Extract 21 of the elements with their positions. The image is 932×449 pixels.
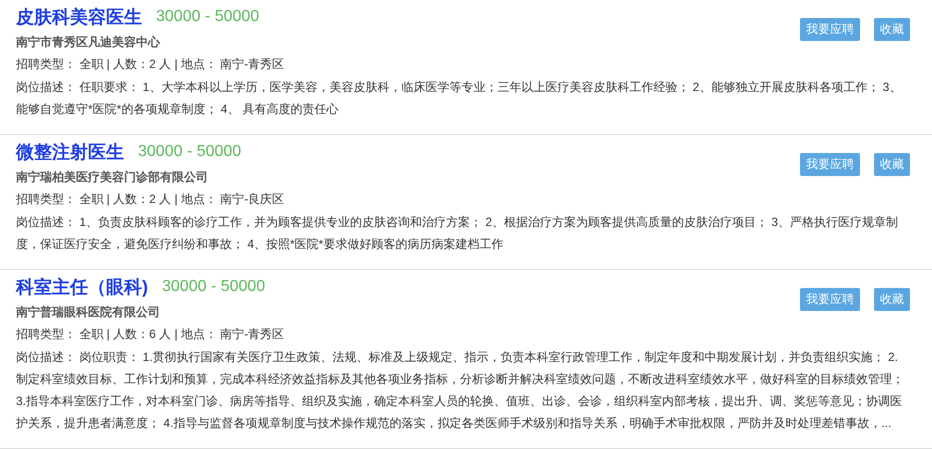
favorite-button[interactable]: 收藏 [874,18,910,41]
salary-range: 30000 - 50000 [138,143,242,161]
salary-range: 30000 - 50000 [162,278,266,296]
job-description: 岗位描述： 1、负责皮肤科顾客的诊疗工作，并为顾客提供专业的皮肤咨询和治疗方案； 2、根据治疗方案为顾客提供高质量的皮肤治疗项目； 3、严格执行医疗规章制度，保证医疗安全，避免医疗纠纷和事故； 4、按照*医院*要求做好顾客的病历病案建档工作 [16,214,900,253]
job-title[interactable]: 微整注射医生 [16,140,124,164]
company-name: 南宁市青秀区凡迪美容中心 [16,34,162,51]
job-info: 招聘类型： 全职 | 人数：6 人 | 地点： 南宁-青秀区 [16,326,284,343]
favorite-button[interactable]: 收藏 [874,153,910,176]
favorite-button[interactable]: 收藏 [874,288,910,311]
company-name: 南宁普瑞眼科医院有限公司 [16,304,161,321]
job-description: 岗位描述： 岗位职责： 1.贯彻执行国家有关医疗卫生政策、法规、标准及上级规定、指示，负责本科室行政管理工作，制定年度和中期发展计划，并负责组织实施； 2.制定科室绩效目标、工作计划和预算，完成本科经济效益指标及其他各项业务指标，分析诊断并解决科室绩效问题，不断改进科室绩效水平，做好科室的目标绩效管理； 3.指导本科室医疗工作，对本科室门诊、病房等指导、组织及实施，确定本科室人员的轮换、值班、出诊、会诊，组织科室内部考核，提出升、调、奖惩等意见；协调医护关系，提升患者满意度； 4.指导与监督各项规章制度与技术操作规范的落实，拟定各类医师手术级别和指导关系，明确手术审批权限，严防并及时处理差错事故，... [16,349,905,432]
apply-button[interactable]: 我要应聘 [800,288,860,311]
job-info: 招聘类型： 全职 | 人数：2 人 | 地点： 南宁-青秀区 [16,56,284,73]
company-name: 南宁瑞柏美医疗美容门诊部有限公司 [16,169,209,186]
job-description: 岗位描述： 任职要求： 1、大学本科以上学历，医学美容，美容皮肤科，临床医学等专业；三年以上医疗美容皮肤科工作经验； 2、能够独立开展皮肤科各项工作； 3、能够自觉遵守*医院*的各项规章制度； 4、 具有高度的责任心 [16,79,902,118]
apply-button[interactable]: 我要应聘 [800,153,860,176]
apply-button[interactable]: 我要应聘 [800,18,860,41]
job-title[interactable]: 科室主任（眼科) [16,275,148,299]
job-info: 招聘类型： 全职 | 人数：2 人 | 地点： 南宁-良庆区 [16,191,284,208]
salary-range: 30000 - 50000 [156,8,260,26]
job-title[interactable]: 皮肤科美容医生 [16,5,142,29]
